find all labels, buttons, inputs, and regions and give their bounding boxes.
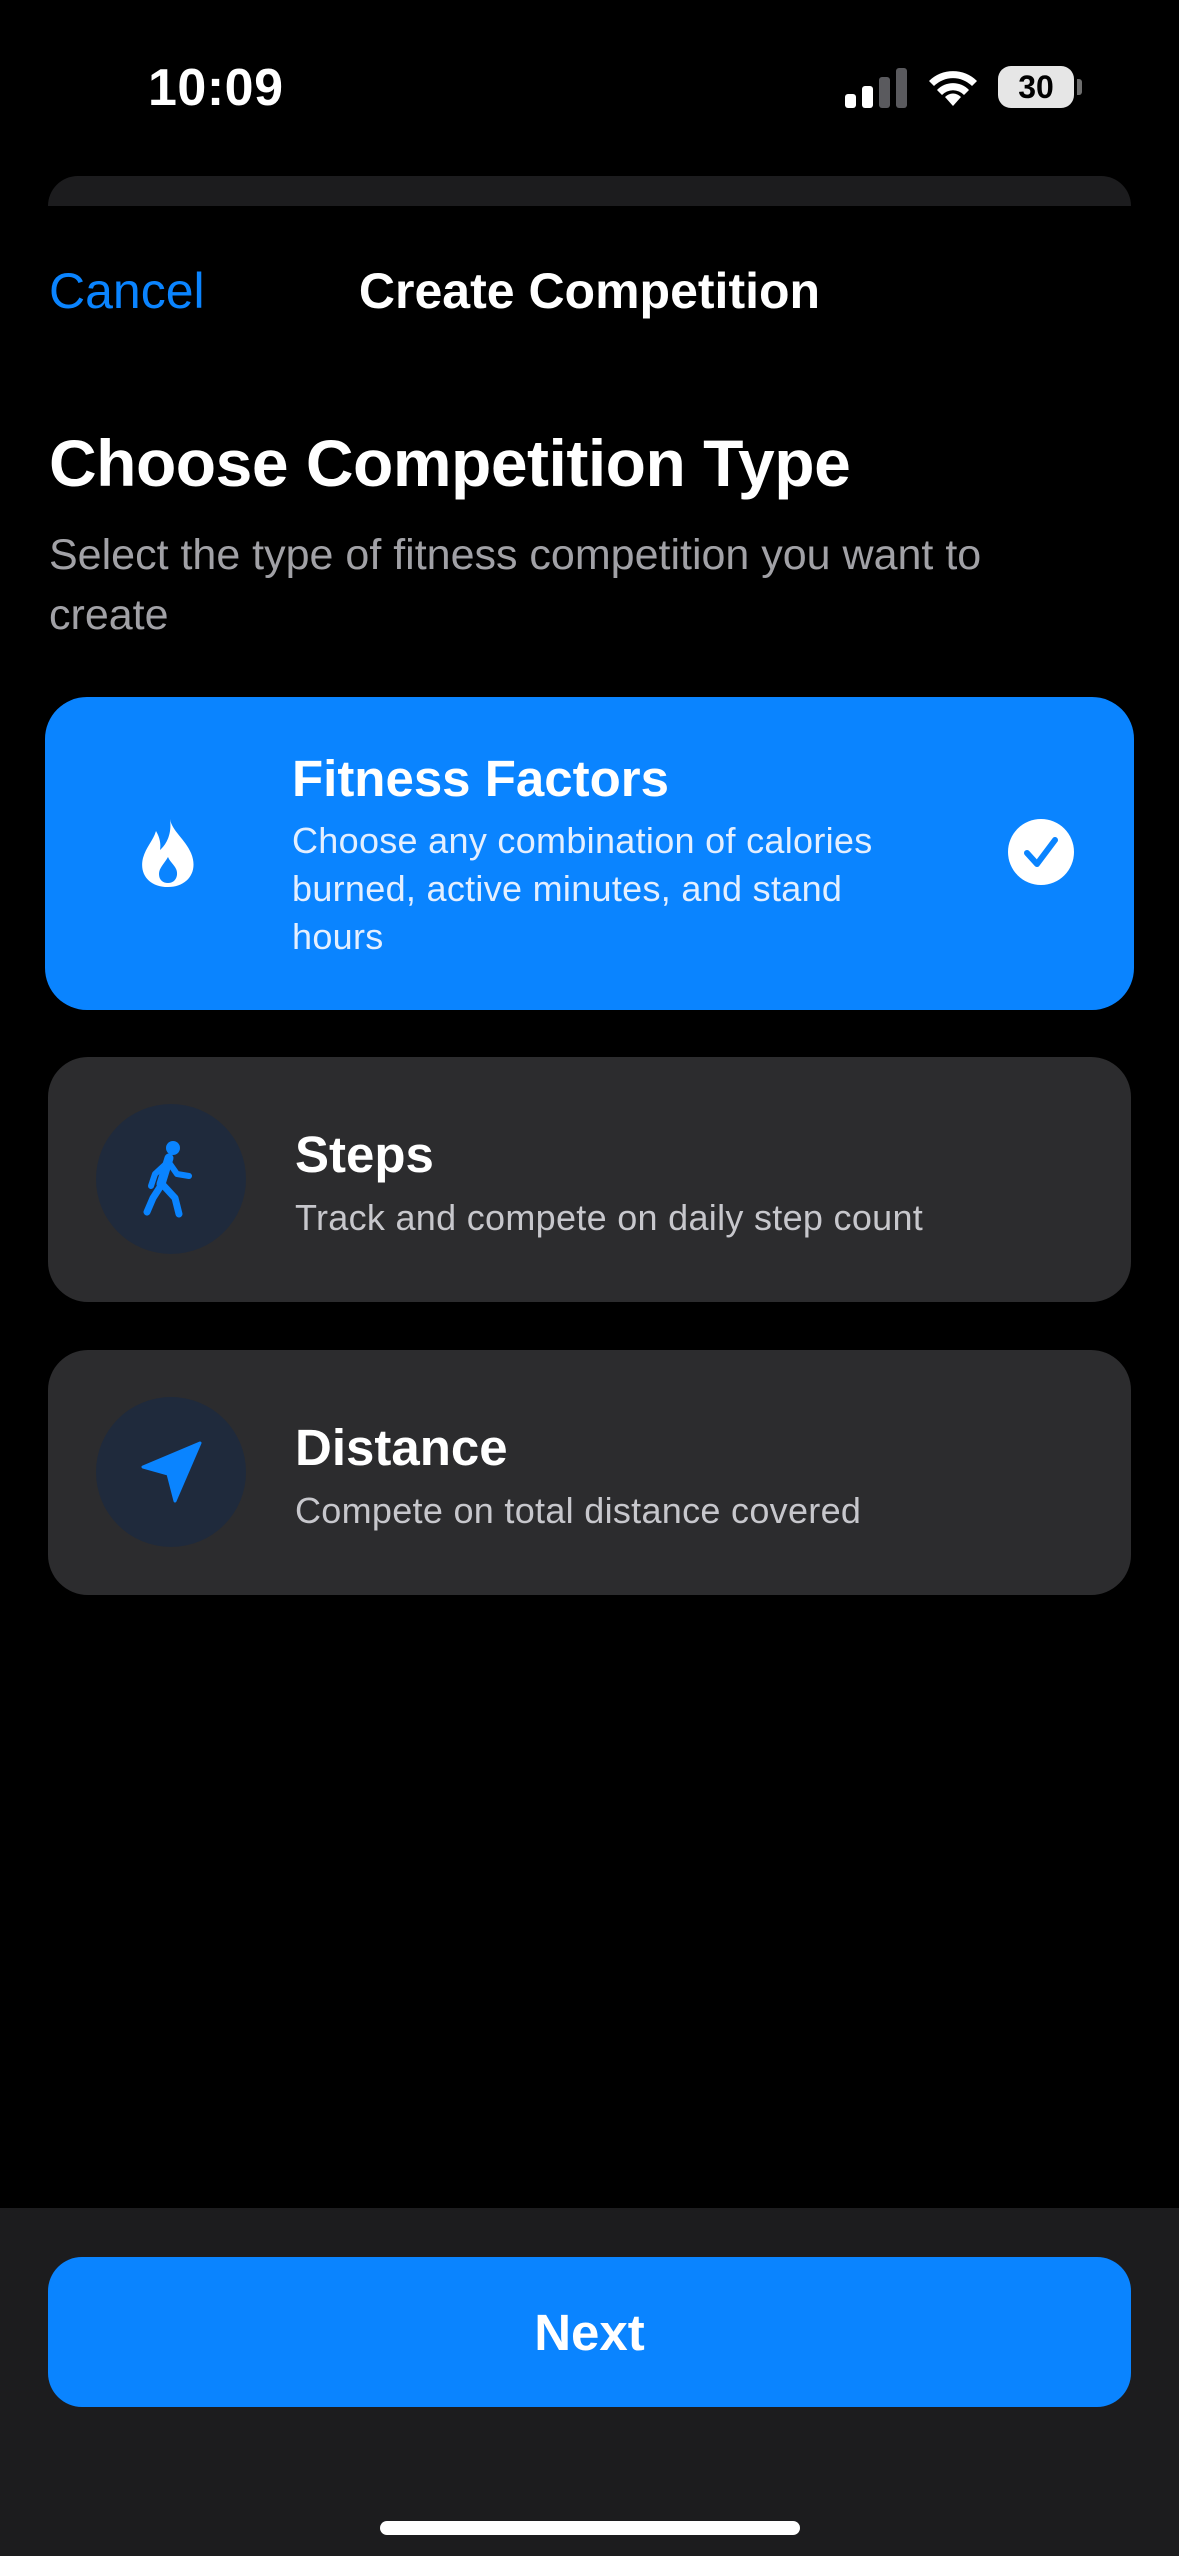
option-distance[interactable]: Distance Compete on total distance cover… (48, 1350, 1131, 1595)
option-title: Fitness Factors (292, 750, 669, 807)
option-icon-container (96, 1397, 246, 1547)
battery-level: 30 (998, 66, 1074, 108)
nav-title: Create Competition (358, 263, 821, 319)
next-button[interactable]: Next (48, 2257, 1131, 2407)
signal-icon (845, 68, 907, 108)
option-icon-container (96, 1104, 246, 1254)
option-title: Steps (295, 1126, 434, 1183)
battery-cap (1077, 79, 1082, 95)
location-arrow-icon (141, 1441, 202, 1503)
option-description: Choose any combination of calories burne… (292, 820, 873, 957)
sheet-top-edge (48, 176, 1131, 206)
page-title: Choose Competition Type (49, 426, 851, 500)
option-description: Compete on total distance covered (295, 1490, 862, 1531)
option-icon-container (93, 778, 243, 928)
status-time: 10:09 (148, 59, 284, 117)
checkmark-icon (1008, 819, 1074, 885)
flame-icon (142, 819, 194, 887)
wifi-icon (929, 71, 977, 106)
footer: Next (0, 2208, 1179, 2556)
option-fitness-factors[interactable]: Fitness Factors Choose any combination o… (45, 697, 1134, 1010)
option-title: Distance (295, 1419, 508, 1476)
home-indicator[interactable] (380, 2521, 800, 2535)
option-steps[interactable]: Steps Track and compete on daily step co… (48, 1057, 1131, 1302)
option-description: Track and compete on daily step count (295, 1197, 924, 1238)
walking-figure-icon (143, 1141, 192, 1218)
status-bar: 10:09 30 (0, 0, 1179, 175)
page-subtitle: Select the type of fitness competition y… (49, 531, 982, 639)
battery-icon: 30 (998, 66, 1082, 108)
